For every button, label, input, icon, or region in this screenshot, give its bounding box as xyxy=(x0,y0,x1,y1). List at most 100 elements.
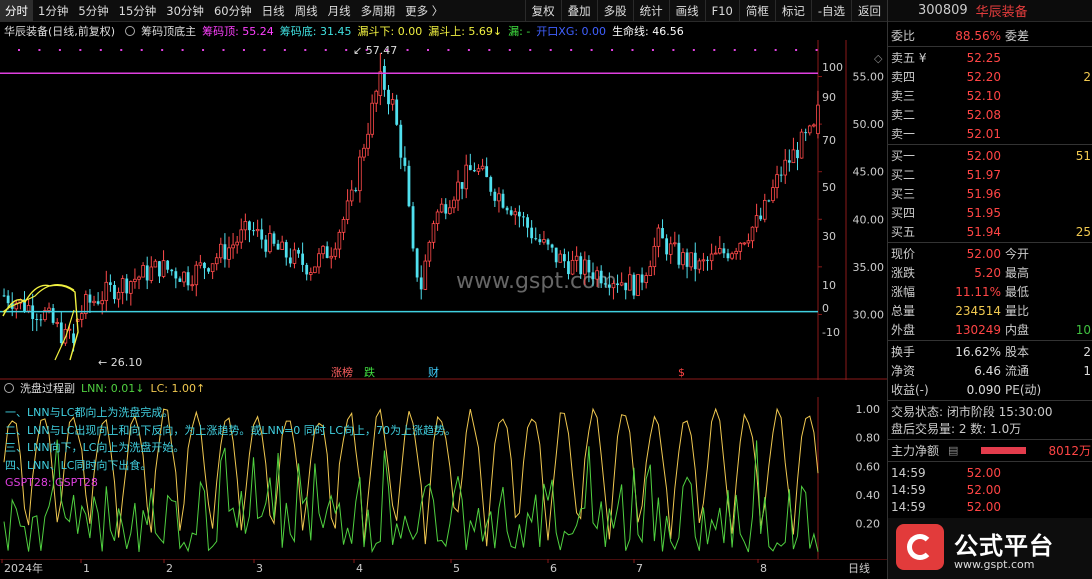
candle xyxy=(742,242,747,246)
indicator-value-0: 筹码顶: 55.24 xyxy=(202,25,274,38)
logo-url: www.gspt.com xyxy=(954,558,1035,571)
marker-dot xyxy=(508,49,511,51)
marker-dot xyxy=(631,49,634,51)
tool-button-9[interactable]: 返回 xyxy=(851,0,887,22)
candle xyxy=(689,252,693,271)
candle xyxy=(726,248,730,262)
candle xyxy=(456,170,460,211)
price-tick: 35.00 xyxy=(853,261,885,274)
main-chart[interactable]: 55.0050.0045.0040.0035.0030.001009070503… xyxy=(0,40,887,380)
tool-button-2[interactable]: 多股 xyxy=(596,0,633,22)
candle xyxy=(370,94,374,138)
candle xyxy=(243,213,248,241)
ask-row: 卖二 52.08 xyxy=(888,105,1092,124)
stat-row: 涨跌 5.20 最高 xyxy=(888,263,1092,282)
marker-dot xyxy=(140,49,143,51)
candle xyxy=(771,179,775,204)
period-tab-0[interactable]: 分时 xyxy=(0,0,33,22)
main-flow-label[interactable]: 主力净额 xyxy=(891,442,939,459)
tool-button-0[interactable]: 复权 xyxy=(524,0,561,22)
candle xyxy=(186,266,190,291)
period-tab-5[interactable]: 60分钟 xyxy=(209,3,257,19)
bid-row: 买五 51.94 25 xyxy=(888,222,1092,241)
tool-button-6[interactable]: 简框 xyxy=(738,0,775,22)
period-tab-2[interactable]: 5分钟 xyxy=(73,3,113,19)
ask-row: 卖四 52.20 2 xyxy=(888,67,1092,86)
event-mark-2[interactable]: 财 xyxy=(428,365,439,379)
period-tab-3[interactable]: 15分钟 xyxy=(114,3,162,19)
indicator-value-1: 筹码底: 31.45 xyxy=(279,25,352,38)
tool-button-1[interactable]: 叠加 xyxy=(560,0,597,22)
indicator-notes: 一、LNN与LC都向上为洗盘完成。 二、LNN与LC出现向上和向下反向，为上涨趋… xyxy=(5,404,456,492)
main-indicator-name[interactable]: 筹码顶底主 xyxy=(141,23,196,39)
candle xyxy=(505,205,509,215)
candle xyxy=(84,290,88,319)
period-tab-9[interactable]: 多周期 xyxy=(356,3,401,19)
ask-price: 52.25 xyxy=(966,50,1001,65)
candle xyxy=(170,268,174,276)
stat-label-2: 最低 xyxy=(1005,285,1030,299)
marker-dot xyxy=(202,49,205,51)
candle xyxy=(570,250,575,276)
candle xyxy=(542,230,546,245)
indicator-settings-icon[interactable] xyxy=(125,26,136,36)
candle xyxy=(276,239,280,250)
ask-volume: 2 xyxy=(1083,69,1091,84)
stat-label-2: 最高 xyxy=(1005,266,1030,280)
trade-state: 交易状态: 闭市阶段 15:30:00 xyxy=(891,405,1053,419)
candle xyxy=(383,59,386,97)
event-mark-0[interactable]: 涨榜 xyxy=(331,365,353,379)
stat-row: 净资 6.46 流通 1 xyxy=(888,361,1092,380)
candle xyxy=(161,250,166,279)
stat-value: 234514 xyxy=(955,303,1001,318)
candle xyxy=(35,313,39,332)
candle xyxy=(358,149,362,203)
sub-indicator-name[interactable]: 洗盘过程副 xyxy=(20,380,75,396)
period-tab-7[interactable]: 周线 xyxy=(290,3,323,19)
candle xyxy=(297,247,300,258)
period-tab-4[interactable]: 30分钟 xyxy=(161,3,209,19)
marker-dot xyxy=(161,49,164,51)
candle xyxy=(767,199,771,203)
level-tick: 50 xyxy=(822,181,836,194)
candle xyxy=(448,200,452,215)
sub-indicator-settings-icon[interactable] xyxy=(4,383,14,393)
event-mark-1[interactable]: 跌 xyxy=(364,365,375,379)
candle xyxy=(378,53,383,106)
diamond-icon[interactable]: ◇ xyxy=(874,52,883,65)
candle xyxy=(43,307,47,322)
tool-button-5[interactable]: F10 xyxy=(704,0,739,22)
candle xyxy=(640,267,644,291)
marker-dot xyxy=(590,49,593,51)
time-axis: 2024年 1 2 3 4 5 6 7 8 日线 xyxy=(0,559,887,575)
period-tab-8[interactable]: 月线 xyxy=(323,3,356,19)
period-tab-1[interactable]: 1分钟 xyxy=(33,3,73,19)
candle xyxy=(665,234,669,261)
stat-label: 涨幅 xyxy=(891,285,916,299)
stock-name[interactable]: 华辰装备 xyxy=(976,1,1028,20)
marker-dot xyxy=(447,49,450,51)
candle xyxy=(305,262,309,281)
marker-dot xyxy=(774,49,777,51)
event-mark-3[interactable]: $ xyxy=(678,366,685,379)
period-tab-6[interactable]: 日线 xyxy=(257,3,290,19)
candle xyxy=(709,243,714,270)
list-icon[interactable]: ▤ xyxy=(948,444,958,457)
candle xyxy=(55,318,60,328)
candle xyxy=(493,188,497,207)
ask-label: 卖三 xyxy=(891,89,916,103)
candle xyxy=(325,241,329,259)
period-tab-10[interactable]: 更多 〉 xyxy=(400,3,448,19)
candle xyxy=(530,220,534,244)
stat-value: 0.090 xyxy=(966,382,1001,397)
tool-button-4[interactable]: 画线 xyxy=(668,0,705,22)
candle xyxy=(624,282,628,300)
candle xyxy=(804,128,808,142)
candle xyxy=(174,267,178,289)
candle xyxy=(697,258,702,274)
tool-button-7[interactable]: 标记 xyxy=(774,0,811,22)
tool-button-3[interactable]: 统计 xyxy=(632,0,669,22)
tool-button-8[interactable]: -自选 xyxy=(810,0,851,22)
candle xyxy=(231,232,235,259)
time-tick: 8 xyxy=(760,562,767,575)
